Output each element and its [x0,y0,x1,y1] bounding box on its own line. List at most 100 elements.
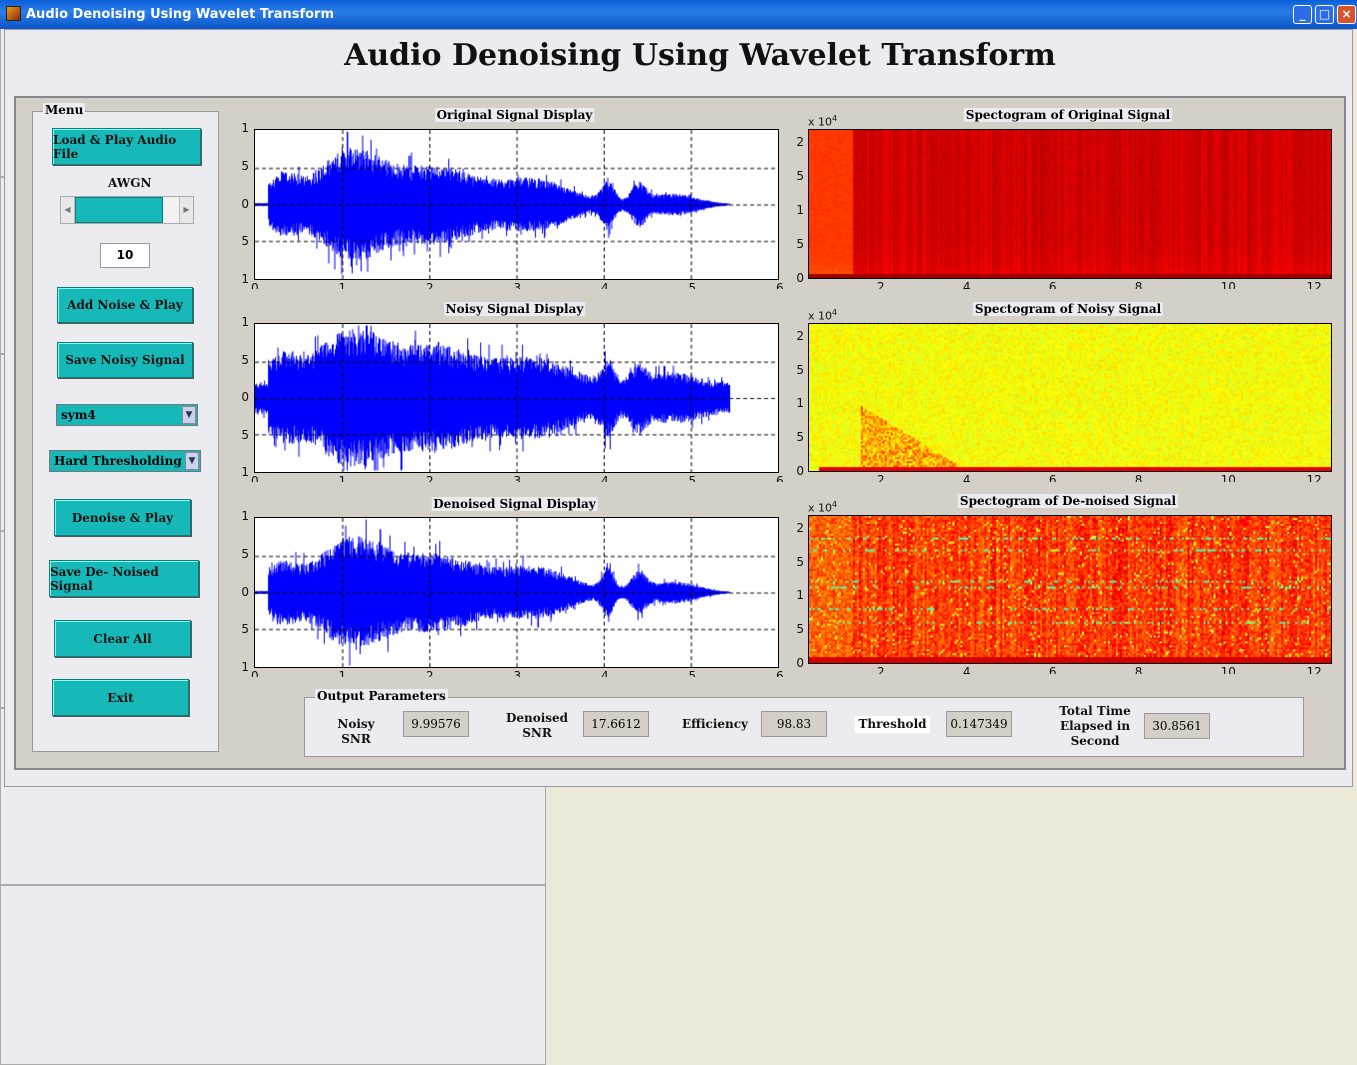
y-tick-label: 2 [796,328,804,343]
x-tick-label: 8 [1134,665,1143,674]
x-tick-label: 1 [338,474,347,482]
x-tick-label: 0 [251,281,259,289]
add-noise-button[interactable]: Add Noise & Play [57,287,193,323]
y-tick-label: 0 [796,464,804,478]
slider-right-arrow-icon[interactable]: ▶ [179,197,193,223]
denoised-snr-label-line2: SNR [522,726,552,740]
time-label-line2: Elapsed in [1059,719,1131,733]
x-tick-label: 0 [251,474,259,482]
x-tick-label: 1 [338,669,347,677]
x-tick-label: 5 [688,669,697,677]
clear-all-button[interactable]: Clear All [54,620,191,657]
close-button[interactable]: × [1337,5,1356,24]
exponent-label: x 104 [808,114,837,129]
threshold-label: Threshold [855,716,930,733]
x-tick-label: 4 [601,474,609,482]
y-tick-label: 1 [241,121,249,135]
y-tick-label: 0 [796,271,804,285]
threshold-select[interactable]: Hard Thresholding ▼ [49,450,201,472]
x-tick-label: 3 [513,669,522,677]
x-tick-label: 3 [513,474,522,482]
x-tick-label: 2 [426,474,434,482]
exponent-base: x 10 [808,309,833,323]
x-tick-label: 12 [1306,473,1322,482]
y-tick-label: 5 [241,546,249,561]
page-title: Audio Denoising Using Wavelet Transform [344,38,1056,73]
maximize-button[interactable]: □ [1315,5,1334,24]
exit-button[interactable]: Exit [52,679,189,716]
wavelet-select[interactable]: sym4 ▼ [56,404,198,426]
save-noisy-button[interactable]: Save Noisy Signal [57,342,193,378]
y-tick-label: 1 [241,660,249,674]
slider-left-arrow-icon[interactable]: ◀ [61,197,75,223]
denoised-axes [254,517,779,668]
x-tick-label: 4 [601,669,609,677]
threshold-value: 0.147349 [946,711,1012,737]
x-tick-label: 10 [1220,665,1236,674]
y-tick-label: 5 [241,622,249,637]
x-tick-label: 10 [1220,280,1236,289]
noisy-axes [254,323,779,473]
load-play-button[interactable]: Load & Play Audio File [52,128,201,165]
x-tick-label: 2 [426,669,434,677]
original-axes [254,129,779,280]
wavelet-select-value: sym4 [61,408,96,422]
x-tick-label: 12 [1306,280,1322,289]
chevron-down-icon[interactable]: ▼ [182,406,196,424]
x-tick-label: 4 [962,665,971,674]
x-tick-label: 0 [251,669,259,677]
denoised-snr-label: Denoised SNR [502,711,572,741]
y-tick-label: 5 [796,168,804,183]
y-tick-label: 0 [241,390,249,404]
x-tick-label: 2 [877,473,885,482]
time-value: 30.8561 [1144,713,1210,739]
awgn-label: AWGN [108,176,152,190]
denoised-snr-value: 17.6612 [583,711,649,737]
chevron-down-icon[interactable]: ▼ [185,452,199,470]
time-label: Total Time Elapsed in Second [1055,704,1135,749]
exponent-label: x 104 [808,308,837,323]
spec_denoised-panel [0,885,546,1065]
awgn-value-input[interactable]: 10 [100,243,150,268]
exponent-base: x 10 [808,501,833,515]
denoise-play-button[interactable]: Denoise & Play [54,499,191,536]
x-tick-label: 4 [962,280,971,289]
y-tick-label: 5 [796,236,804,251]
efficiency-label: Efficiency [681,717,749,731]
x-tick-label: 6 [776,281,784,289]
x-tick-label: 1 [338,281,347,289]
x-tick-label: 5 [688,474,697,482]
save-denoised-button[interactable]: Save De- Noised Signal [49,560,199,597]
minimize-button[interactable]: _ [1293,5,1312,24]
spec_noisy-axes [808,323,1332,472]
x-tick-label: 4 [962,473,971,482]
spec_denoised-title: Spectogram of De-noised Signal [957,494,1179,508]
y-tick-label: 5 [241,427,249,442]
y-tick-label: 1 [796,396,804,411]
y-tick-label: 5 [796,430,804,445]
window-title: Audio Denoising Using Wavelet Transform [26,7,335,22]
slider-thumb[interactable] [75,197,163,223]
y-tick-label: 1 [796,202,804,217]
y-tick-label: 0 [241,584,249,599]
denoised-snr-label-line1: Denoised [505,711,569,725]
x-tick-label: 8 [1134,473,1143,482]
x-tick-label: 5 [688,281,697,289]
denoised-title: Denoised Signal Display [431,497,598,511]
time-label-line3: Second [1070,734,1120,748]
y-tick-label: 5 [796,362,804,377]
threshold-select-value: Hard Thresholding [54,454,182,468]
y-tick-label: 5 [241,352,249,367]
noisy-snr-value: 9.99576 [403,711,469,737]
y-tick-label: 5 [796,554,804,569]
spec_noisy-title: Spectogram of Noisy Signal [972,302,1164,316]
awgn-slider[interactable]: ◀ ▶ [60,196,194,224]
x-tick-label: 6 [1048,665,1057,674]
y-tick-label: 0 [241,196,249,211]
x-tick-label: 2 [877,280,885,289]
x-tick-label: 12 [1306,665,1322,674]
y-tick-label: 5 [241,158,249,173]
spec_original-title: Spectogram of Original Signal [963,108,1173,122]
y-tick-label: 5 [796,622,804,637]
y-tick-label: 0 [796,656,804,670]
